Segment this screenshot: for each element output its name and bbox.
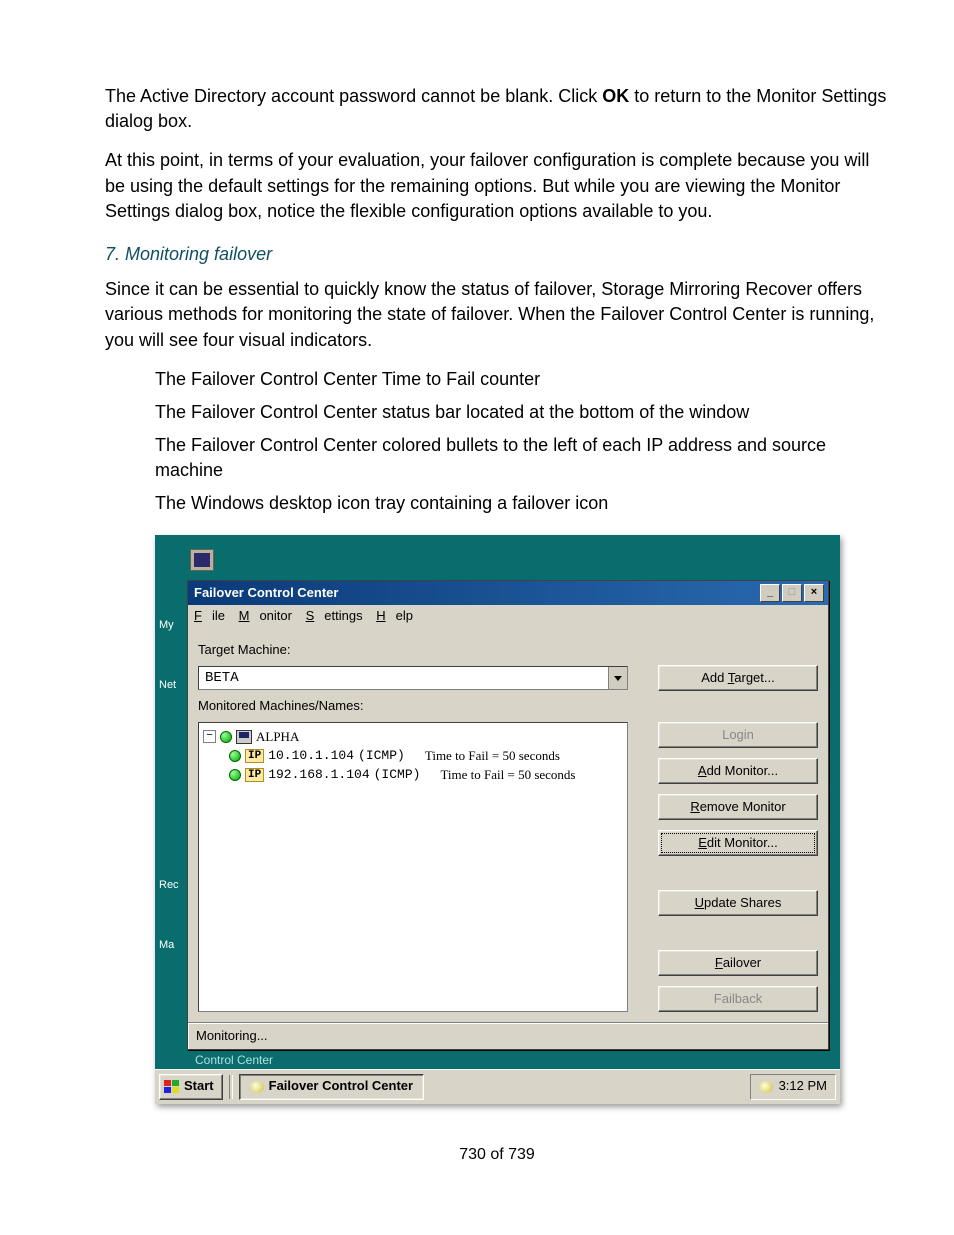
update-shares-button[interactable]: Update Shares	[658, 890, 818, 916]
desktop-icons-strip: My Net Rec Ma	[159, 595, 189, 975]
monitored-label: Monitored Machines/Names:	[198, 697, 818, 715]
list-item: The Failover Control Center Time to Fail…	[155, 367, 889, 392]
section-heading: 7. Monitoring failover	[105, 242, 889, 267]
ip-icon: IP	[245, 749, 264, 763]
tree-ip: 10.10.1.104	[268, 747, 354, 765]
desktop-icon-net[interactable]: Net	[159, 655, 189, 715]
login-button: Login	[658, 722, 818, 748]
tree-collapse-icon[interactable]: −	[203, 730, 216, 743]
status-dot-green-icon	[229, 750, 241, 762]
dropdown-arrow-icon[interactable]	[608, 667, 627, 689]
taskbar-app-button[interactable]: Failover Control Center	[239, 1074, 424, 1100]
paragraph-eval-complete: At this point, in terms of your evaluati…	[105, 148, 889, 224]
taskbar: Start Failover Control Center 3:12 PM	[155, 1069, 840, 1104]
desktop-icon-rec[interactable]: Rec	[159, 855, 189, 915]
monitored-tree[interactable]: − ALPHA IP 10.10.1.104 (ICMP)	[198, 722, 628, 1012]
taskbar-app-label: Failover Control Center	[269, 1077, 413, 1095]
start-label: Start	[184, 1077, 214, 1095]
desktop-footer-text: Control Center	[187, 1050, 840, 1069]
menu-file[interactable]: File	[194, 608, 225, 623]
menu-help[interactable]: Help	[376, 608, 413, 623]
desktop-icon-ma[interactable]: Ma	[159, 915, 189, 975]
titlebar[interactable]: Failover Control Center _ □ ×	[188, 581, 828, 605]
screenshot-embedded: My Net Rec Ma Failover Control Center _ …	[155, 535, 840, 1104]
desktop-icon-my[interactable]: My	[159, 595, 189, 655]
app-window: Failover Control Center _ □ × File Monit…	[187, 580, 829, 1050]
tree-ip-row[interactable]: IP 192.168.1.104 (ICMP) Time to Fail = 5…	[203, 766, 623, 784]
list-item: The Failover Control Center status bar l…	[155, 400, 889, 425]
tree-root-name: ALPHA	[256, 728, 299, 746]
target-machine-label: Target Machine:	[198, 641, 818, 659]
menu-monitor[interactable]: Monitor	[239, 608, 292, 623]
list-item: The Windows desktop icon tray containing…	[155, 491, 889, 516]
menubar: File Monitor Settings Help	[188, 605, 828, 627]
window-title: Failover Control Center	[194, 584, 338, 602]
system-tray[interactable]: 3:12 PM	[750, 1074, 836, 1100]
status-bar: Monitoring...	[188, 1022, 828, 1049]
add-monitor-button[interactable]: Add Monitor...	[658, 758, 818, 784]
target-machine-value[interactable]	[199, 667, 608, 689]
paragraph-ad-password: The Active Directory account password ca…	[105, 84, 889, 134]
tree-proto: (ICMP)	[358, 747, 405, 765]
ip-icon: IP	[245, 768, 264, 782]
desktop-background: My Net Rec Ma Failover Control Center _ …	[155, 535, 840, 1104]
tree-proto: (ICMP)	[374, 766, 421, 784]
ok-bold: OK	[602, 86, 629, 106]
taskbar-separator	[229, 1075, 233, 1099]
tray-clock: 3:12 PM	[779, 1077, 827, 1095]
edit-monitor-button[interactable]: Edit Monitor...	[658, 830, 818, 856]
remove-monitor-button[interactable]: Remove Monitor	[658, 794, 818, 820]
app-tray-icon	[250, 1081, 264, 1093]
add-target-button[interactable]: Add Target...	[658, 665, 818, 691]
computer-icon	[236, 730, 252, 744]
menu-settings[interactable]: Settings	[306, 608, 363, 623]
status-dot-green-icon	[220, 731, 232, 743]
failover-button[interactable]: Failover	[658, 950, 818, 976]
maximize-button[interactable]: □	[782, 584, 802, 602]
minimize-button[interactable]: _	[760, 584, 780, 602]
windows-flag-icon	[164, 1080, 180, 1094]
start-button[interactable]: Start	[159, 1074, 223, 1100]
tree-ttf: Time to Fail = 50 seconds	[425, 747, 560, 765]
status-dot-green-icon	[229, 769, 241, 781]
paragraph-monitoring-intro: Since it can be essential to quickly kno…	[105, 277, 889, 353]
close-button[interactable]: ×	[804, 584, 824, 602]
failover-tray-icon	[759, 1081, 773, 1093]
target-machine-dropdown[interactable]	[198, 666, 628, 690]
failback-button: Failback	[658, 986, 818, 1012]
page-number: 730 of 739	[105, 1144, 889, 1166]
tree-ttf: Time to Fail = 50 seconds	[440, 766, 575, 784]
list-item: The Failover Control Center colored bull…	[155, 433, 889, 483]
tree-ip: 192.168.1.104	[268, 766, 369, 784]
app-mini-icon[interactable]	[190, 549, 214, 571]
tree-ip-row[interactable]: IP 10.10.1.104 (ICMP) Time to Fail = 50 …	[203, 747, 623, 765]
tree-root-alpha[interactable]: − ALPHA	[203, 728, 623, 746]
